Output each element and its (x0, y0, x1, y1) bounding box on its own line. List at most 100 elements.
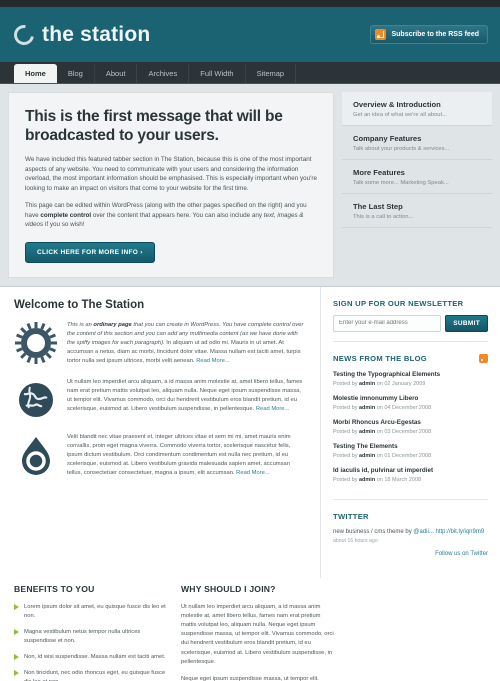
news-item-meta: Posted by admin on 03 December 2008 (333, 428, 432, 435)
twitter-text-a: new business / cms theme by (333, 528, 414, 535)
nav-item-sitemap[interactable]: Sitemap (246, 64, 297, 83)
twitter-handle-link[interactable]: @adii (413, 529, 428, 535)
read-more-link[interactable]: Read More... (196, 358, 230, 364)
arrow-bullet-icon (14, 653, 19, 660)
arrow-bullet-icon (14, 603, 19, 610)
newsletter-widget: SIGN UP FOR OUR NEWSLETTER SUBMIT (333, 299, 488, 342)
featured-tab-title: Company Features (353, 134, 422, 143)
twitter-follow-link[interactable]: Follow us on Twitter (333, 551, 488, 557)
featured-tab-2[interactable]: More Features Talk some more... Marketing… (342, 160, 492, 194)
featured-tab-3[interactable]: The Last Step This is a call to action... (342, 194, 492, 228)
welcome-post-text: Velit blandit nec vitae praesent et, int… (67, 433, 291, 477)
twitter-status: new business / cms theme by @adii... htt… (333, 528, 488, 546)
sidebar: SIGN UP FOR OUR NEWSLETTER SUBMIT NEWS F… (320, 286, 500, 578)
brand-title: the station (42, 23, 151, 46)
nav-item-blog[interactable]: Blog (57, 64, 95, 83)
globe-icon (14, 378, 58, 422)
read-more-link[interactable]: Read More... (236, 470, 270, 476)
twitter-url-link[interactable]: http://bit.ly/iqn9m9 (435, 529, 484, 535)
nav-item-full-width[interactable]: Full Width (189, 64, 246, 83)
site-logo[interactable]: the station (10, 20, 151, 49)
welcome-post: Ut nullam leo imperdiet arcu aliquam, a … (14, 378, 306, 422)
nav-item-home[interactable]: Home (14, 64, 57, 83)
featured-section: This is the first message that will be b… (0, 84, 500, 287)
news-item-meta: Posted by admin on 01 December 2008 (333, 452, 432, 459)
ring-logo-icon (10, 20, 38, 49)
news-item-meta: Posted by admin on 04 December 2008 (333, 404, 432, 411)
main-nav: Home Blog About Archives Full Width Sitemap (0, 62, 500, 84)
featured-tab-1[interactable]: Company Features Talk about your products… (342, 126, 492, 160)
main-column: Welcome to The Station This is an ordina… (0, 287, 320, 578)
featured-panel: This is the first message that will be b… (8, 92, 334, 278)
welcome-post: This is an ordinary page that you can cr… (14, 321, 306, 367)
twitter-heading-label: TWITTER (333, 511, 369, 521)
news-rss-icon[interactable] (479, 353, 488, 363)
sunburst-icon (14, 321, 58, 365)
featured-tab-0[interactable]: Overview & Introduction Get an idea of wh… (342, 92, 492, 126)
news-item-title[interactable]: Id iaculis id, pulvinar ut imperdiet (333, 466, 488, 475)
news-heading-label: NEWS FROM THE BLOG (333, 353, 427, 363)
rss-icon (375, 29, 387, 40)
featured-paragraph-2: This page can be edited within WordPress… (25, 201, 317, 230)
featured-tab-list: Overview & Introduction Get an idea of wh… (342, 92, 492, 278)
benefit-text: Non tincidunt, nec odio rhoncus eget, eu… (24, 669, 166, 681)
featured-heading: This is the first message that will be b… (25, 108, 283, 144)
news-item-title[interactable]: Morbi Rhoncus Arcu-Egestas (333, 418, 488, 427)
news-heading: NEWS FROM THE BLOG (333, 353, 488, 363)
newsletter-submit-button[interactable]: SUBMIT (445, 314, 488, 332)
benefit-text: Lorem ipsum dolor sit amet, eu quisque f… (24, 603, 166, 619)
top-strip (0, 0, 500, 7)
news-item-title[interactable]: Testing The Elements (333, 442, 488, 451)
read-more-link[interactable]: Read More... (256, 406, 290, 412)
news-widget: NEWS FROM THE BLOG Testing the Typograph… (333, 353, 488, 500)
news-item-meta: Posted by admin on 02 January 2009 (333, 380, 426, 387)
featured-tab-title: Overview & Introduction (353, 100, 441, 109)
benefit-text: Non, id wisi suspendisse. Massa nullam e… (24, 653, 166, 660)
featured-p2-bold: complete control (40, 211, 92, 219)
twitter-timestamp: about 16 hours ago (333, 537, 378, 544)
welcome-post-list: This is an ordinary page that you can cr… (14, 321, 306, 479)
arrow-bullet-icon (14, 628, 19, 635)
news-item-title[interactable]: Molestie imnonummy Libero (333, 394, 488, 403)
newsletter-heading: SIGN UP FOR OUR NEWSLETTER (333, 299, 488, 308)
featured-p2-c: if you so wish! (43, 221, 85, 228)
benefit-item: Magna vestibulum netus tempor nulla ultr… (14, 628, 167, 646)
site-header: the station Subscribe to the RSS feed (0, 7, 500, 62)
featured-tab-title: The Last Step (353, 202, 403, 211)
rss-subscribe-label: Subscribe to the RSS feed (391, 31, 479, 38)
benefit-item: Lorem ipsum dolor sit amet, eu quisque f… (14, 603, 167, 621)
nav-item-about[interactable]: About (95, 64, 138, 83)
benefits-heading: BENEFITS TO YOU (14, 583, 95, 594)
welcome-heading: Welcome to The Station (14, 298, 145, 311)
news-item-title[interactable]: Testing the Typographical Elements (333, 370, 488, 379)
join-heading: WHY SHOULD I JOIN? (181, 583, 276, 594)
join-column: WHY SHOULD I JOIN? Ut nullam leo imperdi… (181, 584, 334, 681)
benefits-column: BENEFITS TO YOU Lorem ipsum dolor sit am… (14, 584, 167, 681)
bottom-columns: BENEFITS TO YOU Lorem ipsum dolor sit am… (0, 577, 500, 681)
featured-paragraph-1: We have included this featured tabber se… (25, 156, 317, 192)
welcome-post-text: This is an ordinary page that you can cr… (67, 321, 304, 365)
body-row: Welcome to The Station This is an ordina… (0, 286, 500, 578)
join-paragraph-1: Ut nullam leo imperdiet arcu aliquam, a … (181, 603, 334, 665)
news-list: Testing the Typographical Elements Posted… (333, 370, 488, 483)
news-item[interactable]: Molestie imnonummy Libero Posted by admin… (333, 394, 488, 411)
welcome-post-text: Ut nullam leo imperdiet arcu aliquam, a … (67, 378, 303, 413)
featured-cta-button[interactable]: CLICK HERE FOR MORE INFO › (25, 241, 155, 263)
twitter-heading: TWITTER (333, 512, 488, 521)
benefits-list: Lorem ipsum dolor sit amet, eu quisque f… (14, 603, 167, 681)
news-item[interactable]: Id iaculis id, pulvinar ut imperdiet Post… (333, 466, 488, 483)
news-item[interactable]: Testing the Typographical Elements Posted… (333, 370, 488, 387)
featured-tab-subtitle: Talk some more... Marketing Speak... (353, 180, 449, 186)
welcome-post: Velit blandit nec vitae praesent et, int… (14, 433, 306, 479)
featured-tab-subtitle: Get an idea of what we're all about... (353, 112, 447, 118)
news-item[interactable]: Morbi Rhoncus Arcu-Egestas Posted by admi… (333, 418, 488, 435)
news-item[interactable]: Testing The Elements Posted by admin on 0… (333, 442, 488, 459)
featured-tab-subtitle: This is a call to action... (353, 214, 414, 220)
benefit-text: Magna vestibulum netus tempor nulla ultr… (24, 628, 141, 644)
nav-item-archives[interactable]: Archives (137, 64, 190, 83)
rss-subscribe-button[interactable]: Subscribe to the RSS feed (370, 25, 488, 44)
newsletter-email-input[interactable] (333, 314, 442, 332)
twitter-widget: TWITTER new business / cms theme by @adi… (333, 512, 488, 566)
benefit-item: Non, id wisi suspendisse. Massa nullam e… (14, 653, 167, 662)
featured-tab-subtitle: Talk about your products & services... (353, 146, 450, 152)
